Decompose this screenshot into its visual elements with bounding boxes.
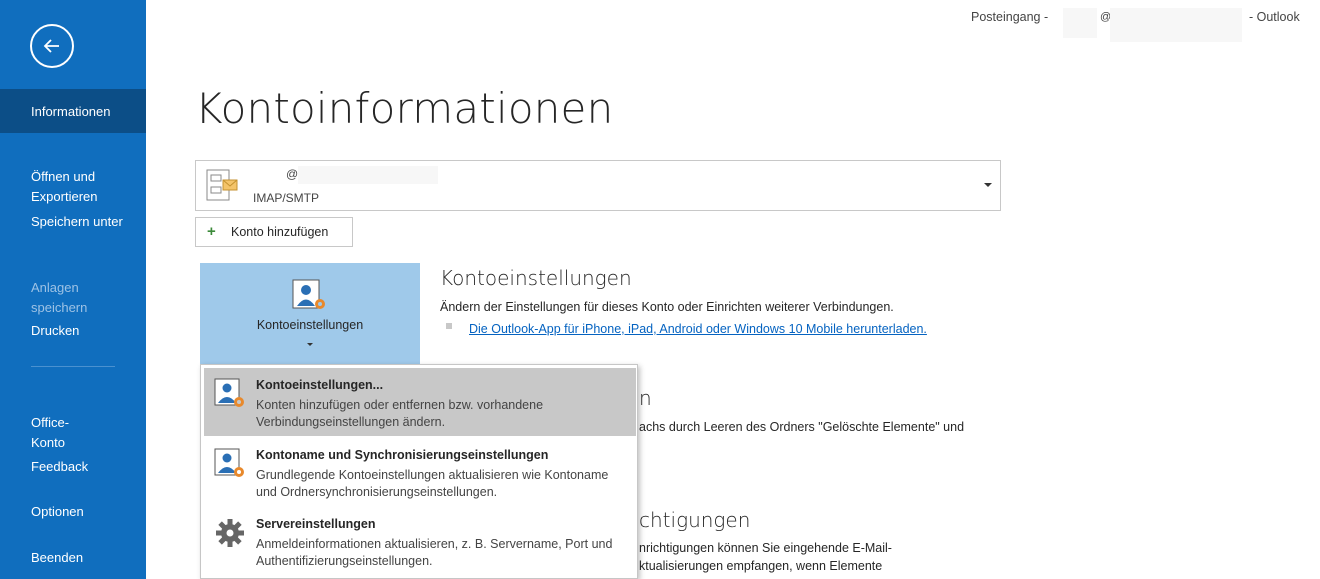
- sidebar-item-label: Speichern unter: [31, 214, 123, 229]
- back-button[interactable]: [30, 24, 74, 68]
- mail-account-icon: [206, 169, 238, 201]
- section-title-cleanup: n: [639, 386, 652, 410]
- sidebar-item-drucken[interactable]: Drucken: [0, 321, 146, 341]
- sidebar-item-beenden[interactable]: Beenden: [0, 548, 146, 568]
- menu-item-description: Konten hinzufügen oder entfernen bzw. vo…: [256, 398, 544, 429]
- add-account-button[interactable]: + Konto hinzufügen: [195, 217, 353, 247]
- menu-item-title: Servereinstellungen: [256, 517, 376, 531]
- plus-icon: +: [207, 223, 216, 240]
- sidebar-item-label: Öffnen und Exportieren: [31, 169, 98, 204]
- sidebar-item-label: Optionen: [31, 504, 84, 519]
- chevron-down-icon: [984, 183, 992, 187]
- sidebar-item-optionen[interactable]: Optionen: [0, 502, 146, 522]
- redacted-area: [1063, 8, 1097, 38]
- menu-item-servereinstellungen[interactable]: Servereinstellungen Anmeldeinformationen…: [204, 507, 636, 575]
- section-description: achs durch Leeren des Ordners "Gelöschte…: [639, 420, 965, 434]
- account-email: @: [286, 167, 299, 181]
- section-title-kontoeinstellungen: Kontoeinstellungen: [440, 266, 632, 290]
- tile-label: Kontoeinstellungen: [256, 318, 364, 332]
- redacted-area: [298, 166, 438, 184]
- outlook-backstage: Informationen Öffnen und Exportieren Spe…: [0, 0, 1320, 579]
- section-description: Ändern der Einstellungen für dieses Kont…: [440, 300, 894, 314]
- sidebar-item-speichern-unter[interactable]: Speichern unter: [0, 212, 146, 232]
- menu-item-kontoname-sync[interactable]: Kontoname und Synchronisierungseinstellu…: [204, 438, 636, 506]
- window-title-app: - Outlook: [1249, 10, 1300, 24]
- account-settings-dropdown: Kontoeinstellungen... Konten hinzufügen …: [200, 364, 638, 579]
- sidebar-item-anlagen-speichern: Anlagen speichern: [0, 258, 146, 318]
- section-description: ktualisierungen empfangen, wenn Elemente: [639, 559, 883, 573]
- page-title: Kontoinformationen: [195, 84, 614, 133]
- sidebar-item-label: Drucken: [31, 323, 80, 338]
- window-title-mailbox: Posteingang -: [971, 10, 1049, 24]
- sidebar-item-oeffnen-exportieren[interactable]: Öffnen und Exportieren: [0, 147, 146, 204]
- menu-item-description: Anmeldeinformationen aktualisieren, z. B…: [256, 537, 613, 568]
- sidebar-item-feedback[interactable]: Feedback: [0, 457, 146, 477]
- sidebar-item-label: Anlagen speichern: [31, 280, 88, 315]
- sidebar-item-label: Feedback: [31, 459, 89, 474]
- add-account-label: Konto hinzufügen: [231, 225, 329, 239]
- sidebar-item-label: Beenden: [31, 550, 84, 565]
- account-settings-tile[interactable]: Kontoeinstellungen: [200, 263, 420, 365]
- sidebar-item-office-konto[interactable]: Office- Konto: [0, 393, 146, 453]
- account-settings-icon: [292, 279, 325, 309]
- account-sync-icon: [214, 448, 244, 477]
- menu-item-title: Kontoname und Synchronisierungseinstellu…: [256, 448, 549, 462]
- menu-item-title: Kontoeinstellungen...: [256, 378, 384, 392]
- section-description: nrichtigungen können Sie eingehende E-Ma…: [639, 541, 892, 555]
- arrow-left-icon: [43, 39, 59, 53]
- gear-icon: [216, 519, 244, 547]
- backstage-sidebar: Informationen Öffnen und Exportieren Spe…: [0, 0, 146, 579]
- redacted-area: [1110, 8, 1242, 42]
- bullet-icon: [446, 323, 452, 329]
- sidebar-item-label: Informationen: [31, 104, 111, 119]
- account-selector[interactable]: @ IMAP/SMTP: [195, 160, 1001, 211]
- sidebar-divider: [31, 366, 115, 367]
- chevron-down-icon: [307, 343, 313, 346]
- menu-item-description: Grundlegende Kontoeinstellungen aktualis…: [256, 468, 609, 499]
- account-type: IMAP/SMTP: [253, 191, 320, 205]
- section-title-rules: chtigungen: [639, 508, 751, 532]
- outlook-app-download-link[interactable]: Die Outlook-App für iPhone, iPad, Androi…: [469, 322, 927, 336]
- account-settings-icon: [214, 378, 244, 407]
- sidebar-item-label: Office- Konto: [31, 415, 70, 450]
- sidebar-item-informationen[interactable]: Informationen: [0, 89, 146, 133]
- menu-item-kontoeinstellungen[interactable]: Kontoeinstellungen... Konten hinzufügen …: [204, 368, 636, 436]
